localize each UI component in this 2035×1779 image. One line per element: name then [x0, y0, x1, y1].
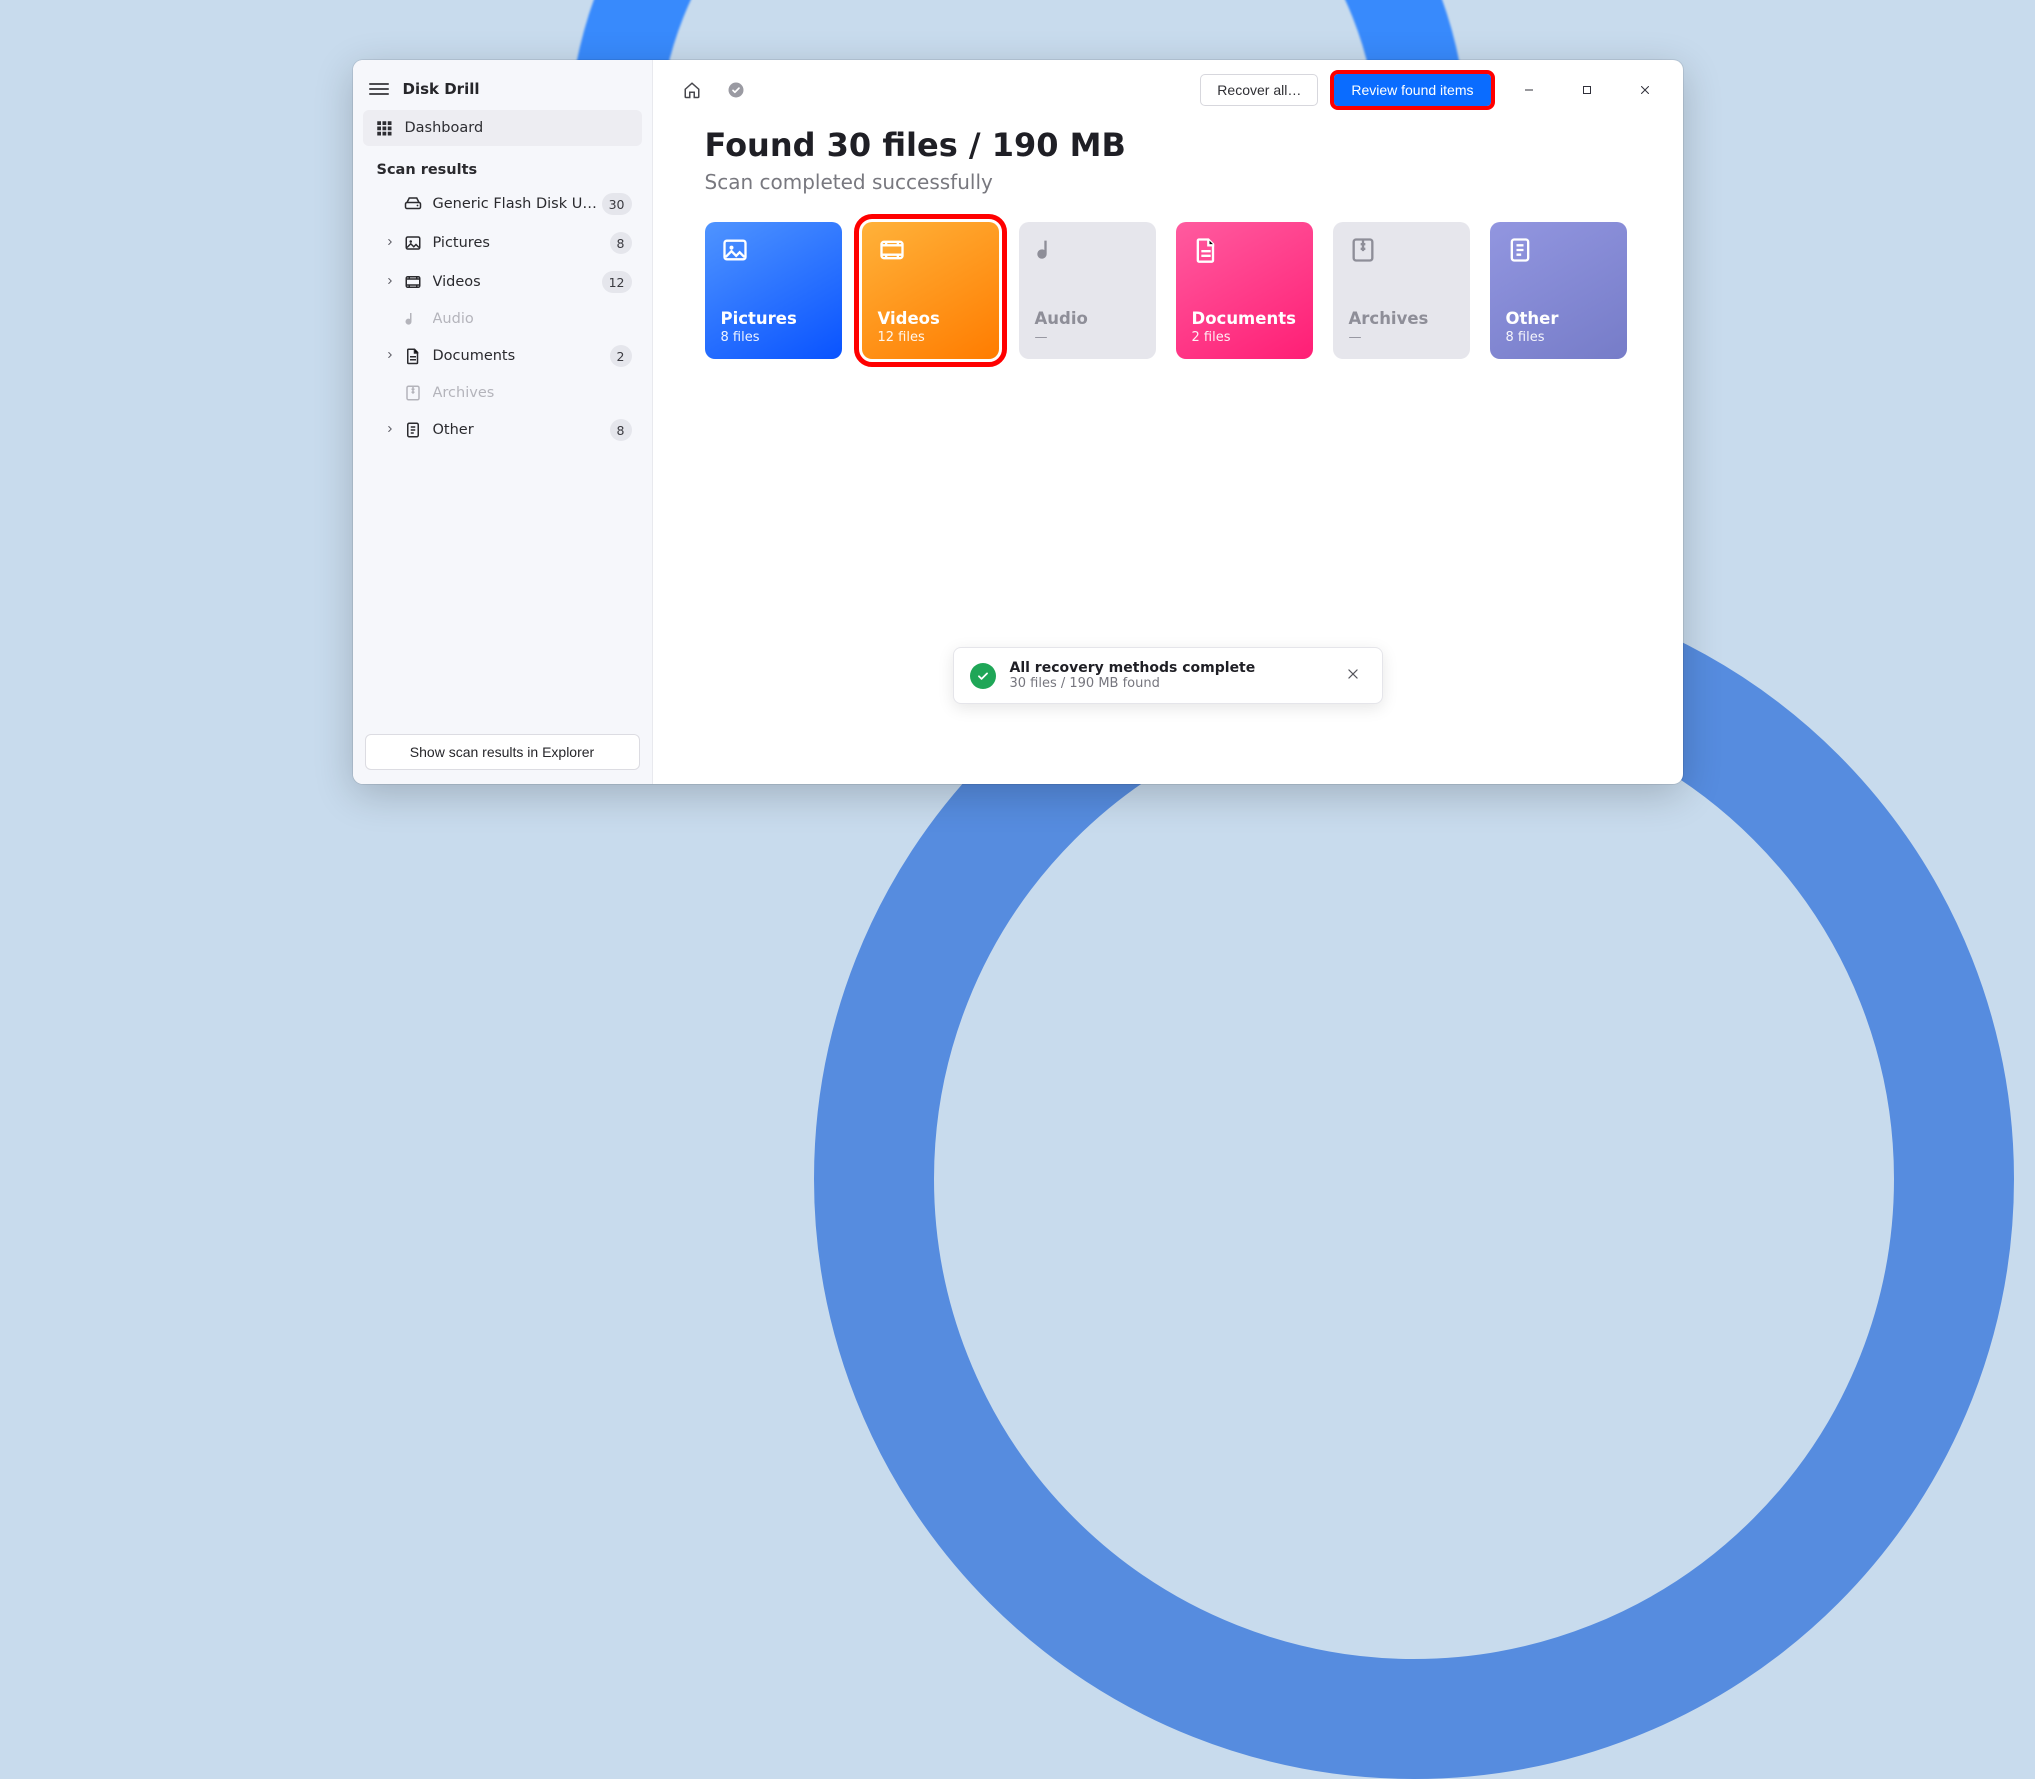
titlebar-left: Disk Drill	[353, 70, 652, 108]
count-badge: 2	[610, 345, 632, 367]
audio-icon	[403, 310, 423, 328]
review-found-items-button[interactable]: Review found items	[1334, 74, 1490, 106]
card-audio[interactable]: Audio —	[1019, 222, 1156, 359]
card-audio-title: Audio	[1035, 309, 1140, 328]
sidebar-section-header: Scan results	[353, 148, 652, 184]
tree-row-picture[interactable]: Pictures8	[363, 224, 642, 262]
tree-row-label: Documents	[433, 348, 610, 364]
card-documents[interactable]: Documents 2 files	[1176, 222, 1313, 359]
tree-row-label: Pictures	[433, 235, 610, 251]
chevron-right-icon	[385, 236, 397, 250]
home-icon[interactable]	[677, 75, 707, 105]
nav-dashboard[interactable]: Dashboard	[363, 110, 642, 146]
card-pictures-title: Pictures	[721, 309, 826, 328]
window-maximize-button[interactable]	[1565, 75, 1609, 105]
video-icon	[878, 236, 906, 264]
card-archives-sub: —	[1349, 330, 1454, 345]
tree-row-label: Audio	[433, 311, 632, 327]
card-audio-sub: —	[1035, 330, 1140, 345]
card-other[interactable]: Other 8 files	[1490, 222, 1627, 359]
category-cards: Pictures 8 files Videos 12 files Audio —…	[705, 222, 1631, 359]
toolbar: Recover all… Review found items	[653, 60, 1683, 118]
tree-row-audio: Audio	[363, 302, 642, 336]
sidebar-tree: Generic Flash Disk USB D…30Pictures8Vide…	[353, 184, 652, 450]
tree-row-archive: Archives	[363, 376, 642, 410]
tree-row-label: Videos	[433, 274, 602, 290]
tree-row-video[interactable]: Videos12	[363, 263, 642, 301]
content: Found 30 files / 190 MB Scan completed s…	[653, 118, 1683, 379]
window-minimize-button[interactable]	[1507, 75, 1551, 105]
page-subtitle: Scan completed successfully	[705, 170, 1631, 194]
recover-all-button[interactable]: Recover all…	[1200, 74, 1318, 106]
hamburger-icon[interactable]	[369, 83, 389, 95]
count-badge: 30	[602, 193, 632, 215]
chevron-right-icon	[385, 349, 397, 363]
card-archives[interactable]: Archives —	[1333, 222, 1470, 359]
archive-icon	[403, 384, 423, 402]
tree-row-drive[interactable]: Generic Flash Disk USB D…30	[363, 185, 642, 223]
tree-row-other[interactable]: Other8	[363, 411, 642, 449]
other-icon	[1506, 236, 1534, 264]
page-title: Found 30 files / 190 MB	[705, 126, 1631, 164]
grid-icon	[375, 119, 393, 137]
card-pictures[interactable]: Pictures 8 files	[705, 222, 842, 359]
toast-close-button[interactable]	[1340, 660, 1366, 691]
card-videos[interactable]: Videos 12 files	[862, 222, 999, 359]
nav-dashboard-label: Dashboard	[405, 120, 484, 136]
chevron-right-icon	[385, 423, 397, 437]
tree-row-label: Archives	[433, 385, 632, 401]
card-videos-sub: 12 files	[878, 330, 983, 345]
count-badge: 8	[610, 419, 632, 441]
card-archives-title: Archives	[1349, 309, 1454, 328]
toast-subtitle: 30 files / 190 MB found	[1010, 676, 1326, 691]
doc-icon	[1192, 236, 1220, 264]
count-badge: 8	[610, 232, 632, 254]
audio-icon	[1035, 236, 1063, 264]
count-badge: 12	[602, 271, 632, 293]
toast-title: All recovery methods complete	[1010, 660, 1326, 676]
other-icon	[403, 421, 423, 439]
chevron-right-icon	[385, 275, 397, 289]
app-window: Disk Drill Dashboard Scan results Generi…	[353, 60, 1683, 784]
card-documents-sub: 2 files	[1192, 330, 1297, 345]
sidebar: Disk Drill Dashboard Scan results Generi…	[353, 60, 653, 784]
card-other-title: Other	[1506, 309, 1611, 328]
review-found-highlight: Review found items	[1332, 72, 1492, 108]
archive-icon	[1349, 236, 1377, 264]
card-other-sub: 8 files	[1506, 330, 1611, 345]
tree-row-label: Generic Flash Disk USB D…	[433, 196, 602, 212]
tree-row-label: Other	[433, 422, 610, 438]
card-pictures-sub: 8 files	[721, 330, 826, 345]
toast-notification: All recovery methods complete 30 files /…	[953, 647, 1383, 704]
window-close-button[interactable]	[1623, 75, 1667, 105]
main-pane: Recover all… Review found items Found 30…	[653, 60, 1683, 784]
card-documents-title: Documents	[1192, 309, 1297, 328]
card-videos-title: Videos	[878, 309, 983, 328]
video-icon	[403, 273, 423, 291]
check-circle-icon	[970, 663, 996, 689]
scan-complete-badge-icon[interactable]	[721, 75, 751, 105]
show-in-explorer-button[interactable]: Show scan results in Explorer	[365, 734, 640, 770]
picture-icon	[721, 236, 749, 264]
tree-row-doc[interactable]: Documents2	[363, 337, 642, 375]
app-title: Disk Drill	[403, 80, 480, 98]
doc-icon	[403, 347, 423, 365]
picture-icon	[403, 234, 423, 252]
drive-icon	[403, 195, 423, 213]
